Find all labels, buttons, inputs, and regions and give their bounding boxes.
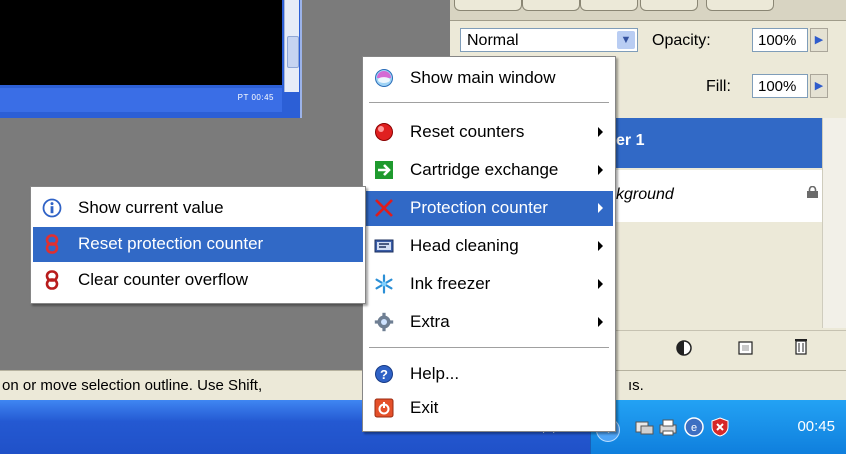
tab-layers[interactable]: [454, 0, 522, 11]
menu-item-label: Help...: [410, 364, 460, 383]
submenu-arrow-icon: [598, 317, 603, 327]
protection-counter-submenu: Show current value Reset protection coun…: [30, 186, 366, 304]
green-arrow-icon: [375, 161, 393, 179]
red-x-icon: [375, 199, 393, 217]
chain-link-icon: [45, 270, 59, 290]
layers-bottom-toolbar: [610, 330, 846, 365]
blend-mode-value: Normal: [467, 32, 519, 49]
thumbnail-scrollbar[interactable]: [284, 0, 299, 92]
menu-item-exit[interactable]: Exit: [365, 391, 613, 426]
menu-item-show-main-window[interactable]: Show main window: [365, 61, 613, 96]
trash-icon[interactable]: [794, 337, 808, 355]
system-tray: e 00:45: [590, 400, 846, 454]
info-icon: [42, 198, 62, 218]
menu-item-reset-counters[interactable]: Reset counters: [365, 115, 613, 150]
security-shield-icon[interactable]: [709, 416, 731, 438]
opacity-field[interactable]: 100%: [752, 28, 808, 52]
chevron-down-icon[interactable]: ▼: [617, 31, 635, 49]
fill-arrow-icon[interactable]: ▶: [810, 74, 828, 98]
thumbnail-tray-text: PT 00:45: [237, 93, 274, 102]
exit-icon: [374, 398, 394, 418]
layer-name-active: er 1: [616, 132, 645, 149]
thumbnail-tray: PT 00:45: [0, 88, 282, 112]
thumbnail-black-area: [0, 0, 282, 85]
layer-name-background: kground: [616, 186, 674, 203]
chain-link-icon: [45, 234, 59, 254]
menu-item-reset-protection-counter[interactable]: Reset protection counter: [33, 227, 363, 262]
new-layer-icon[interactable]: [738, 341, 754, 355]
submenu-arrow-icon: [598, 127, 603, 137]
tab-actions[interactable]: [706, 0, 774, 11]
background-thumbnail-window: PT 00:45: [0, 0, 302, 118]
submenu-arrow-icon: [598, 279, 603, 289]
menu-item-help[interactable]: ? Help...: [365, 357, 613, 392]
menu-item-label: Reset protection counter: [78, 234, 264, 253]
submenu-arrow-icon: [598, 241, 603, 251]
fill-field[interactable]: 100%: [752, 74, 808, 98]
printer-icon[interactable]: [657, 416, 679, 438]
menu-item-clear-counter-overflow[interactable]: Clear counter overflow: [33, 263, 363, 298]
opacity-label: Opacity:: [652, 32, 711, 49]
menu-item-label: Show current value: [78, 198, 224, 217]
menu-item-protection-counter[interactable]: Protection counter: [365, 191, 613, 226]
tab-history[interactable]: [640, 0, 698, 11]
menu-item-ink-freezer[interactable]: Ink freezer: [365, 267, 613, 302]
adjustment-layer-icon[interactable]: [676, 339, 694, 357]
snowflake-icon: [375, 274, 393, 294]
opacity-arrow-icon[interactable]: ▶: [810, 28, 828, 52]
menu-item-label: Protection counter: [410, 198, 548, 217]
submenu-arrow-icon: [598, 165, 603, 175]
lock-icon: [807, 186, 818, 198]
menu-item-show-current-value[interactable]: Show current value: [33, 191, 363, 226]
svg-text:e: e: [691, 422, 697, 434]
tray-app-icon[interactable]: e: [683, 416, 705, 438]
fill-value: 100%: [758, 78, 797, 95]
red-ball-icon: [375, 123, 393, 141]
status-bar-text-right: ıs.: [628, 377, 644, 394]
scroll-thumb[interactable]: [287, 36, 299, 68]
printer-head-icon: [374, 239, 394, 253]
menu-item-label: Reset counters: [410, 122, 525, 141]
main-window-icon: [375, 69, 393, 87]
tab-channels[interactable]: [522, 0, 580, 11]
menu-separator: [369, 102, 609, 104]
help-icon: ?: [375, 365, 393, 383]
menu-item-extra[interactable]: Extra: [365, 305, 613, 340]
fill-label: Fill:: [706, 78, 731, 95]
menu-separator: [369, 347, 609, 349]
tab-paths[interactable]: [580, 0, 638, 11]
layers-scrollbar[interactable]: [822, 118, 846, 328]
menu-item-label: Clear counter overflow: [78, 270, 249, 289]
svg-text:?: ?: [380, 367, 388, 382]
menu-item-label: Ink freezer: [410, 274, 491, 293]
tray-clock: 00:45: [797, 418, 835, 435]
opacity-value: 100%: [758, 32, 797, 49]
tray-context-menu: Show main window Reset counters Cartridg…: [362, 56, 616, 432]
menu-item-label: Extra: [410, 312, 450, 331]
menu-item-head-cleaning[interactable]: Head cleaning: [365, 229, 613, 264]
menu-item-label: Head cleaning: [410, 236, 519, 255]
submenu-arrow-icon: [598, 203, 603, 213]
blend-mode-select[interactable]: Normal ▼: [460, 28, 638, 52]
status-bar-text: on or move selection outline. Use Shift,: [2, 377, 263, 394]
network-icon[interactable]: [633, 416, 655, 438]
menu-item-cartridge-exchange[interactable]: Cartridge exchange: [365, 153, 613, 188]
menu-item-label: Cartridge exchange: [410, 160, 559, 179]
menu-item-label: Exit: [410, 398, 439, 417]
menu-item-label: Show main window: [410, 68, 556, 87]
layers-tab-strip: [450, 0, 846, 21]
gear-icon: [374, 312, 394, 332]
